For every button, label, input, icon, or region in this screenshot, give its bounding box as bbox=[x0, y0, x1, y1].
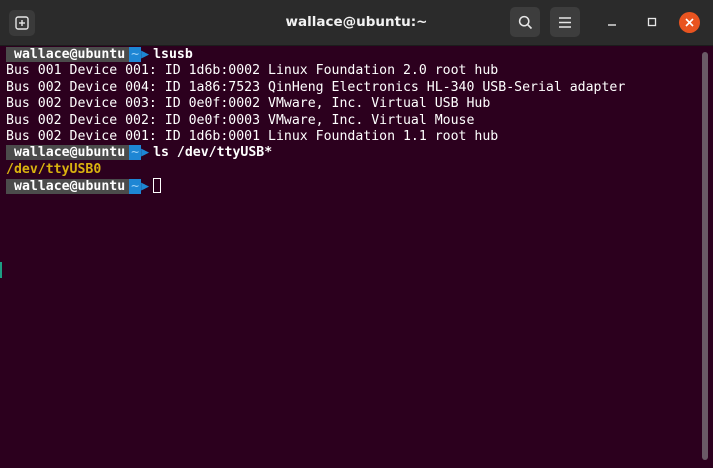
title-bar: wallace@ubuntu:~ bbox=[0, 0, 713, 46]
scrollbar[interactable] bbox=[702, 52, 708, 460]
close-button[interactable] bbox=[679, 12, 700, 33]
prompt-line: wallace@ubuntu ~ ▶ lsusb bbox=[6, 47, 700, 63]
search-icon bbox=[518, 15, 532, 29]
new-tab-icon bbox=[15, 16, 29, 30]
maximize-icon bbox=[647, 17, 657, 27]
prompt-user: wallace@ubuntu bbox=[6, 47, 130, 62]
terminal-window: wallace@ubuntu:~ wallace@ubuntu ~ ▶ lsus… bbox=[0, 0, 713, 468]
output-line: Bus 002 Device 001: ID 1d6b:0001 Linux F… bbox=[6, 128, 499, 144]
text-cursor bbox=[153, 178, 162, 194]
terminal-output[interactable]: wallace@ubuntu ~ ▶ lsusb Bus 001 Device 001… bbox=[0, 46, 700, 468]
device-path-output: /dev/ttyUSB0 bbox=[6, 161, 102, 177]
minimize-button[interactable] bbox=[600, 10, 624, 34]
command-text: ls /dev/ttyUSB* bbox=[153, 145, 273, 161]
window-edge-indicator bbox=[0, 262, 2, 278]
prompt-dir: ~ bbox=[129, 179, 142, 195]
output-line: Bus 001 Device 001: ID 1d6b:0002 Linux F… bbox=[6, 63, 499, 79]
minimize-icon bbox=[608, 24, 616, 26]
new-tab-button[interactable] bbox=[9, 10, 35, 36]
menu-button[interactable] bbox=[550, 7, 580, 37]
prompt-dir: ~ bbox=[129, 47, 142, 62]
prompt-arrow-icon: ▶ bbox=[141, 145, 150, 161]
search-button[interactable] bbox=[510, 7, 540, 37]
prompt-line: wallace@ubuntu ~ ▶ ls /dev/ttyUSB* bbox=[6, 145, 700, 161]
output-line: Bus 002 Device 004: ID 1a86:7523 QinHeng… bbox=[6, 79, 626, 95]
output-line: Bus 002 Device 003: ID 0e0f:0002 VMware,… bbox=[6, 96, 491, 112]
prompt-dir: ~ bbox=[129, 145, 142, 161]
prompt-line: wallace@ubuntu ~ ▶ bbox=[6, 178, 700, 195]
output-line: Bus 002 Device 002: ID 0e0f:0003 VMware,… bbox=[6, 112, 475, 128]
prompt-user: wallace@ubuntu bbox=[6, 145, 130, 161]
maximize-button[interactable] bbox=[640, 10, 664, 34]
prompt-user: wallace@ubuntu bbox=[6, 179, 130, 195]
prompt-arrow-icon: ▶ bbox=[141, 179, 150, 195]
prompt-arrow-icon: ▶ bbox=[141, 47, 150, 62]
close-icon bbox=[685, 18, 694, 27]
command-text: lsusb bbox=[153, 47, 193, 62]
hamburger-menu-icon bbox=[559, 16, 571, 28]
